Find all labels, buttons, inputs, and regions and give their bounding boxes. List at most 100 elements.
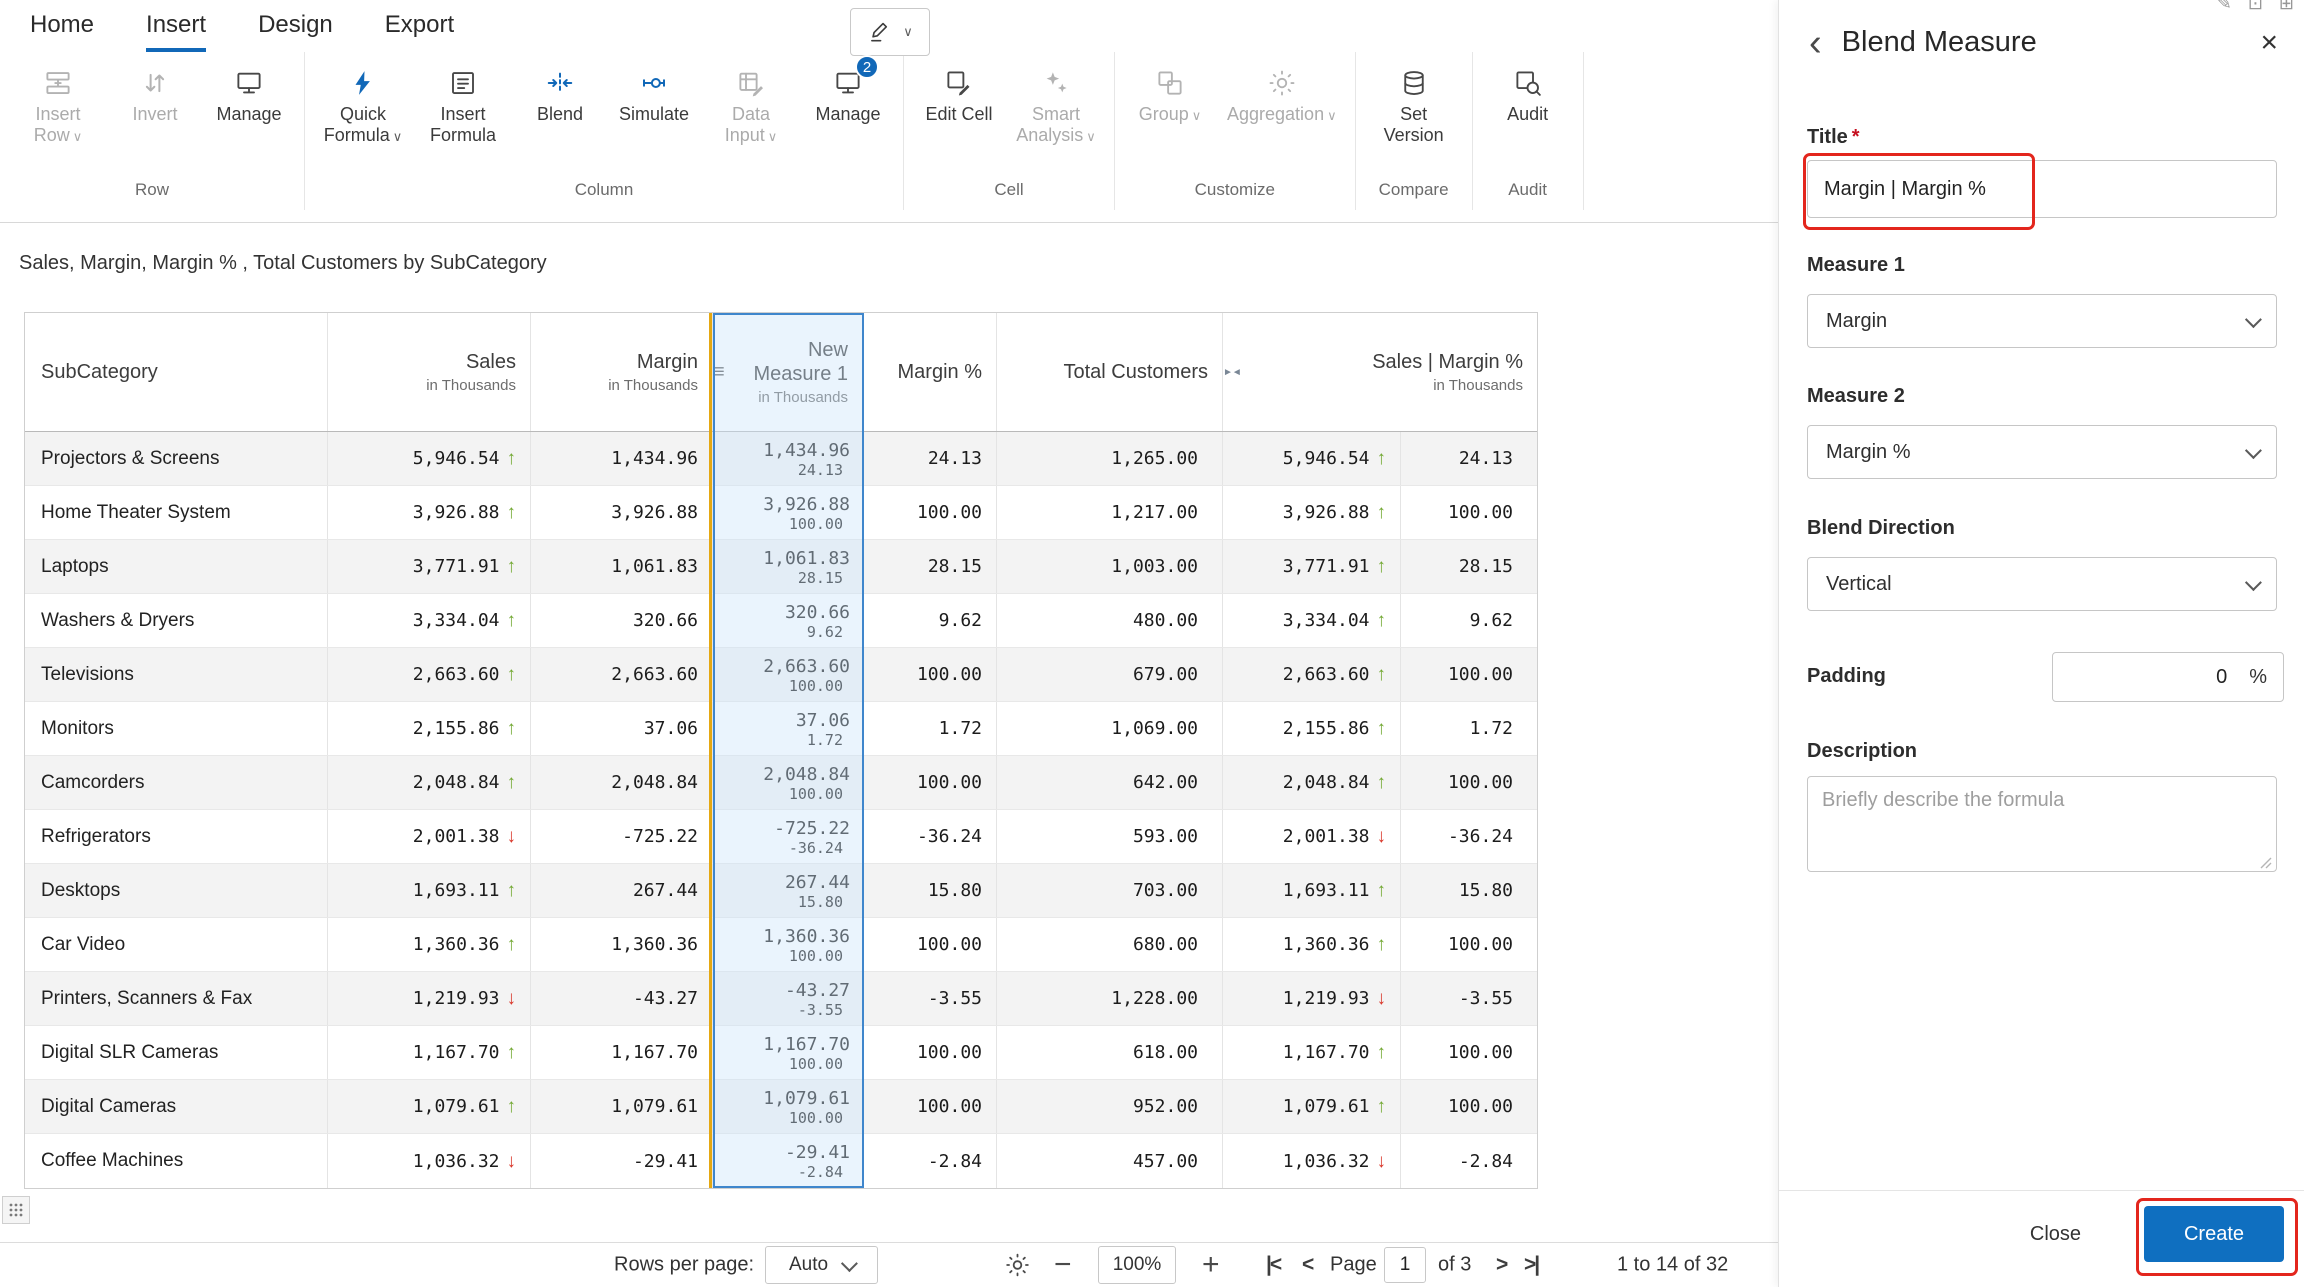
total-customers-cell[interactable]: 593.00: [997, 810, 1223, 863]
sales-cell[interactable]: 1,167.70↑: [328, 1026, 531, 1079]
subcategory-cell[interactable]: Televisions: [25, 648, 328, 701]
manage-rows-button[interactable]: Manage: [202, 54, 296, 173]
margin-pct-cell[interactable]: 28.15: [863, 540, 997, 593]
table-row[interactable]: Home Theater System3,926.88↑3,926.883,92…: [25, 486, 1537, 540]
total-customers-cell[interactable]: 457.00: [997, 1134, 1223, 1188]
column-header-new-measure[interactable]: ≡ New Measure 1 in Thousands: [713, 313, 863, 431]
margin-cell[interactable]: 320.66: [531, 594, 713, 647]
more-options-icon[interactable]: ⊞: [2279, 0, 2294, 14]
margin-pct-cell[interactable]: -36.24: [863, 810, 997, 863]
tab-home[interactable]: Home: [30, 11, 94, 52]
blend-margin-pct-cell[interactable]: 100.00: [1401, 918, 1537, 971]
margin-cell[interactable]: 2,048.84: [531, 756, 713, 809]
total-customers-cell[interactable]: 1,069.00: [997, 702, 1223, 755]
total-customers-cell[interactable]: 1,265.00: [997, 432, 1223, 485]
column-header-blend[interactable]: ►◄ Sales | Margin % in Thousands: [1223, 313, 1537, 431]
blend-sales-cell[interactable]: 1,693.11↑: [1223, 864, 1401, 917]
simulate-button[interactable]: Simulate: [607, 54, 701, 173]
table-row[interactable]: Camcorders 2,048.84↑ 2,048.842,048.84100.0…: [25, 756, 1537, 810]
margin-pct-cell[interactable]: 15.80: [863, 864, 997, 917]
data-input-button[interactable]: Data Input∨: [701, 54, 801, 173]
set-version-button[interactable]: Set Version: [1364, 54, 1464, 173]
table-row[interactable]: Coffee Machines1,036.32↓-29.41-29.41-2.8…: [25, 1134, 1537, 1188]
margin-cell[interactable]: -43.27: [531, 972, 713, 1025]
blend-sales-cell[interactable]: 3,926.88↑: [1223, 486, 1401, 539]
invert-button[interactable]: Invert: [108, 54, 202, 173]
column-header-subcategory[interactable]: SubCategory: [25, 313, 328, 431]
total-customers-cell[interactable]: 1,228.00: [997, 972, 1223, 1025]
sales-cell[interactable]: 1,036.32↓: [328, 1134, 531, 1188]
blend-margin-pct-cell[interactable]: -3.55: [1401, 972, 1537, 1025]
title-input[interactable]: [1807, 160, 2277, 218]
edit-visual-icon[interactable]: ✎: [2217, 0, 2232, 14]
margin-cell[interactable]: 1,061.83: [531, 540, 713, 593]
margin-cell[interactable]: 2,663.60: [531, 648, 713, 701]
aggregation-button[interactable]: Aggregation∨: [1217, 54, 1347, 173]
subcategory-cell[interactable]: Car Video: [25, 918, 328, 971]
description-textarea[interactable]: [1807, 776, 2277, 872]
blend-sales-cell[interactable]: 2,048.84↑: [1223, 756, 1401, 809]
new-measure-cell[interactable]: -43.27-3.55: [713, 972, 863, 1025]
subcategory-cell[interactable]: Washers & Dryers: [25, 594, 328, 647]
sales-cell[interactable]: 1,693.11↑: [328, 864, 531, 917]
total-customers-cell[interactable]: 952.00: [997, 1080, 1223, 1133]
zoom-in-button[interactable]: +: [1202, 1248, 1220, 1282]
margin-pct-cell[interactable]: 9.62: [863, 594, 997, 647]
blend-sales-cell[interactable]: 1,219.93↓: [1223, 972, 1401, 1025]
create-button[interactable]: Create: [2144, 1206, 2284, 1262]
new-measure-cell[interactable]: 2,048.84100.00: [713, 756, 863, 809]
subcategory-cell[interactable]: Camcorders: [25, 756, 328, 809]
tab-insert[interactable]: Insert: [146, 11, 206, 52]
margin-cell[interactable]: 1,167.70: [531, 1026, 713, 1079]
settings-gear-icon[interactable]: [1004, 1252, 1031, 1279]
rows-per-page-select[interactable]: Auto: [765, 1246, 878, 1284]
focus-mode-icon[interactable]: ⊡: [2248, 0, 2263, 14]
margin-cell[interactable]: 267.44: [531, 864, 713, 917]
new-measure-cell[interactable]: -725.22-36.24: [713, 810, 863, 863]
table-row[interactable]: Desktops1,693.11↑267.44267.4415.8015.807…: [25, 864, 1537, 918]
new-measure-cell[interactable]: 2,663.60100.00: [713, 648, 863, 701]
blend-sales-cell[interactable]: 2,663.60↑: [1223, 648, 1401, 701]
sales-cell[interactable]: 3,926.88↑: [328, 486, 531, 539]
sales-cell[interactable]: 2,001.38↓: [328, 810, 531, 863]
blend-sales-cell[interactable]: 3,771.91↑: [1223, 540, 1401, 593]
next-page-button[interactable]: >: [1496, 1253, 1506, 1277]
audit-button[interactable]: Audit: [1481, 54, 1575, 173]
new-measure-cell[interactable]: 1,167.70100.00: [713, 1026, 863, 1079]
margin-pct-cell[interactable]: 1.72: [863, 702, 997, 755]
column-header-margin-pct[interactable]: Margin %: [863, 313, 997, 431]
margin-pct-cell[interactable]: 100.00: [863, 756, 997, 809]
subcategory-cell[interactable]: Desktops: [25, 864, 328, 917]
table-row[interactable]: Refrigerators2,001.38↓-725.22-725.22-36.…: [25, 810, 1537, 864]
table-row[interactable]: Laptops3,771.91↑1,061.831,061.8328.1528.…: [25, 540, 1537, 594]
zoom-level[interactable]: 100%: [1098, 1246, 1176, 1284]
blend-margin-pct-cell[interactable]: -2.84: [1401, 1134, 1537, 1188]
blend-margin-pct-cell[interactable]: 9.62: [1401, 594, 1537, 647]
edit-cell-button[interactable]: Edit Cell: [912, 54, 1006, 173]
sales-cell[interactable]: 1,219.93↓: [328, 972, 531, 1025]
column-header-margin[interactable]: Margin in Thousands: [531, 313, 713, 431]
table-row[interactable]: Washers & Dryers3,334.04↑320.66320.669.6…: [25, 594, 1537, 648]
total-customers-cell[interactable]: 618.00: [997, 1026, 1223, 1079]
margin-pct-cell[interactable]: 100.00: [863, 1080, 997, 1133]
sales-cell[interactable]: 3,771.91↑: [328, 540, 531, 593]
new-measure-cell[interactable]: 320.669.62: [713, 594, 863, 647]
margin-cell[interactable]: 37.06: [531, 702, 713, 755]
table-row[interactable]: Digital Cameras1,079.61↑1,079.611,079.61…: [25, 1080, 1537, 1134]
margin-cell[interactable]: 1,360.36: [531, 918, 713, 971]
tab-export[interactable]: Export: [385, 11, 454, 52]
group-button[interactable]: Group∨: [1123, 54, 1217, 173]
blend-sales-cell[interactable]: 1,167.70↑: [1223, 1026, 1401, 1079]
blend-sales-cell[interactable]: 3,334.04↑: [1223, 594, 1401, 647]
table-row[interactable]: Digital SLR Cameras1,167.70↑1,167.701,16…: [25, 1026, 1537, 1080]
last-page-button[interactable]: >|: [1524, 1253, 1538, 1277]
blend-margin-pct-cell[interactable]: -36.24: [1401, 810, 1537, 863]
blend-margin-pct-cell[interactable]: 100.00: [1401, 486, 1537, 539]
blend-direction-dropdown[interactable]: Vertical: [1807, 557, 2277, 611]
margin-cell[interactable]: 1,079.61: [531, 1080, 713, 1133]
margin-pct-cell[interactable]: -3.55: [863, 972, 997, 1025]
sales-cell[interactable]: 2,155.86↑: [328, 702, 531, 755]
sales-cell[interactable]: 3,334.04↑: [328, 594, 531, 647]
table-row[interactable]: Projectors & Screens5,946.54↑1,434.961,4…: [25, 432, 1537, 486]
margin-pct-cell[interactable]: 100.00: [863, 486, 997, 539]
